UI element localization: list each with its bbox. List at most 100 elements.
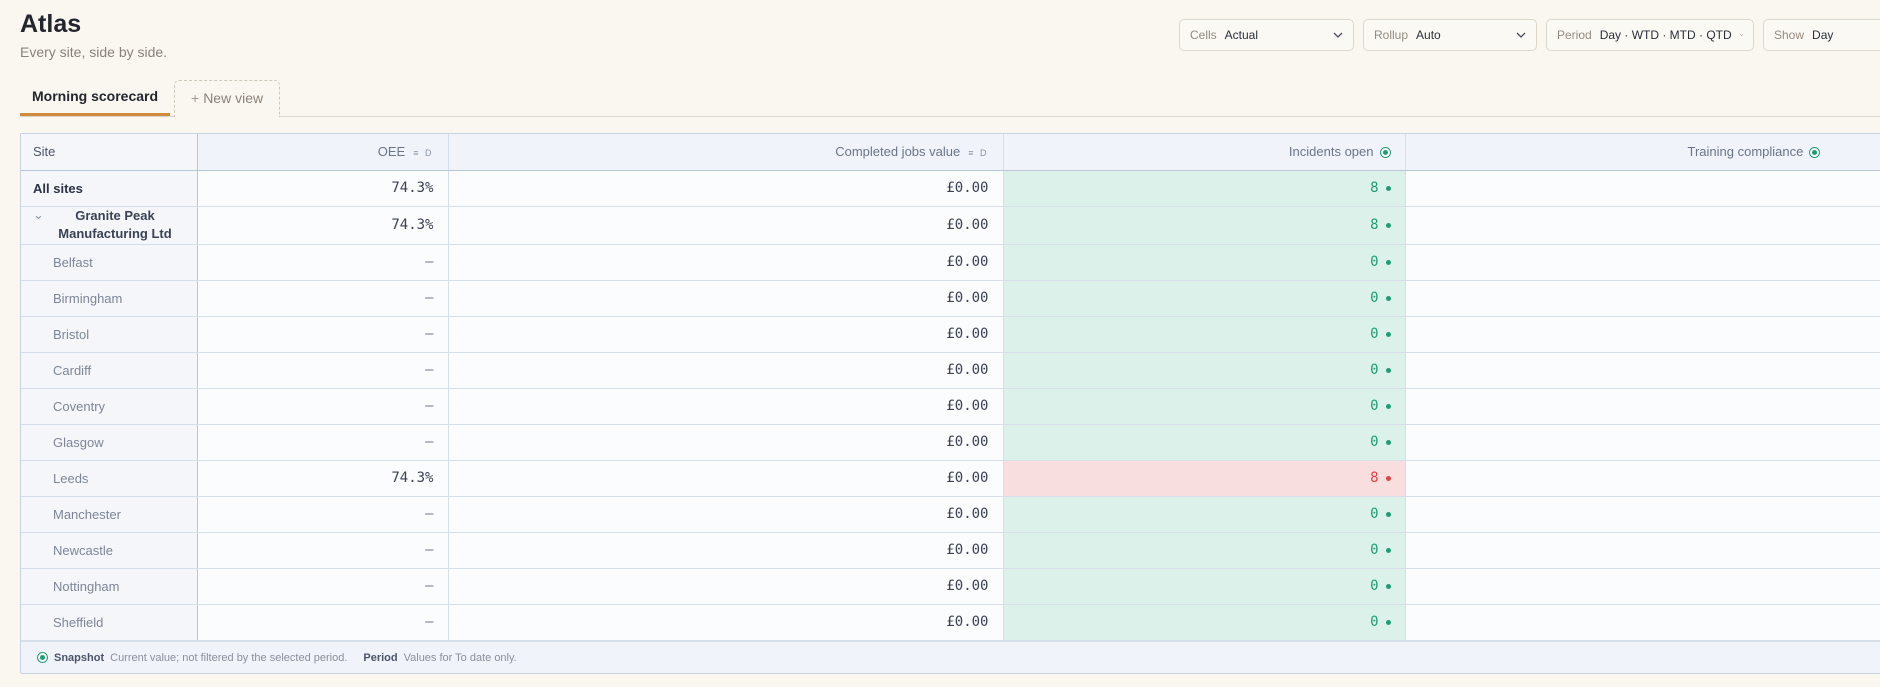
oee-cell[interactable]: — (197, 280, 449, 317)
column-options-icon[interactable]: ≡ D (968, 148, 988, 158)
col-header-training-label: Training compliance (1687, 144, 1804, 160)
show-select[interactable]: Show Day (1763, 19, 1880, 51)
col-header-training[interactable]: Training compliance (1405, 134, 1880, 171)
oee-cell[interactable]: — (197, 352, 449, 389)
col-header-site[interactable]: Site (21, 134, 198, 171)
incidents-cell[interactable]: 0 (1003, 568, 1406, 605)
jobs-value-cell[interactable]: £0.00 (448, 170, 1004, 207)
oee-cell[interactable]: — (197, 388, 449, 425)
group-name: Granite Peak Manufacturing Ltd (58, 208, 172, 241)
jobs-value-cell[interactable]: £0.00 (448, 532, 1004, 569)
incidents-cell[interactable]: 0 (1003, 388, 1406, 425)
training-cell[interactable]: — (1405, 460, 1880, 497)
tab-morning-scorecard[interactable]: Morning scorecard (20, 80, 171, 116)
jobs-value-cell-value: £0.00 (946, 180, 989, 196)
site-row[interactable]: Coventry — £0.00 0 — (21, 388, 1880, 425)
status-dot-icon (1385, 439, 1391, 445)
site-row[interactable]: Nottingham — £0.00 0 — (21, 568, 1880, 605)
incidents-cell[interactable]: 0 (1003, 424, 1406, 461)
jobs-value-cell[interactable]: £0.00 (448, 316, 1004, 353)
jobs-value-cell[interactable]: £0.00 (448, 280, 1004, 317)
snapshot-icon (37, 652, 48, 663)
column-options-icon[interactable]: ≡ D (413, 148, 433, 158)
site-row[interactable]: Bristol — £0.00 0 — (21, 316, 1880, 353)
training-cell[interactable]: — (1405, 424, 1880, 461)
oee-cell[interactable]: 74.3% (197, 170, 449, 207)
oee-cell[interactable]: 74.3% (197, 460, 449, 497)
jobs-value-cell[interactable]: £0.00 (448, 604, 1004, 641)
oee-cell[interactable]: — (197, 532, 449, 569)
oee-cell[interactable]: — (197, 604, 449, 641)
incidents-cell[interactable]: 0 (1003, 280, 1406, 317)
jobs-value-cell-value: £0.00 (946, 254, 989, 270)
site-cell: Leeds (21, 460, 198, 497)
oee-cell[interactable]: — (197, 244, 449, 281)
jobs-value-cell[interactable]: £0.00 (448, 244, 1004, 281)
period-value: Day · WTD · MTD · QTD (1599, 28, 1732, 42)
oee-cell-value: — (425, 362, 434, 378)
oee-cell[interactable]: 74.3% (197, 206, 449, 245)
site-row[interactable]: Cardiff — £0.00 0 — (21, 352, 1880, 389)
group-row[interactable]: ⌄ Granite Peak Manufacturing Ltd 74.3% £0.0… (21, 206, 1880, 245)
col-header-jobs[interactable]: Completed jobs value ≡ D (448, 134, 1004, 171)
snapshot-icon (1379, 147, 1391, 159)
incidents-cell[interactable]: 0 (1003, 604, 1406, 641)
col-header-incidents[interactable]: Incidents open (1003, 134, 1406, 171)
training-cell[interactable]: — (1405, 244, 1880, 281)
collapse-chevron-icon[interactable]: ⌄ (33, 207, 44, 223)
incidents-cell-value: 0 (1370, 398, 1379, 414)
period-select[interactable]: Period Day · WTD · MTD · QTD (1546, 19, 1754, 51)
jobs-value-cell[interactable]: £0.00 (448, 568, 1004, 605)
training-cell[interactable]: — (1405, 496, 1880, 533)
incidents-cell[interactable]: 0 (1003, 496, 1406, 533)
site-row[interactable]: Glasgow — £0.00 0 — (21, 424, 1880, 461)
site-cell: ⌄ Granite Peak Manufacturing Ltd (21, 206, 198, 245)
incidents-cell[interactable]: 0 (1003, 352, 1406, 389)
oee-cell[interactable]: — (197, 568, 449, 605)
training-cell[interactable]: — (1405, 604, 1880, 641)
status-dot-icon (1385, 222, 1391, 228)
incidents-cell[interactable]: 0 (1003, 244, 1406, 281)
incidents-cell[interactable]: 0 (1003, 316, 1406, 353)
incidents-cell[interactable]: 0 (1003, 532, 1406, 569)
new-view-button[interactable]: + New view (174, 80, 281, 117)
oee-cell[interactable]: — (197, 424, 449, 461)
site-row[interactable]: Leeds 74.3% £0.00 8 — (21, 460, 1880, 497)
col-header-oee[interactable]: OEE ≡ D (197, 134, 449, 171)
total-row[interactable]: All sites 74.3% £0.00 8 — (21, 170, 1880, 207)
cells-label: Cells (1190, 28, 1217, 42)
site-row[interactable]: Belfast — £0.00 0 — (21, 244, 1880, 281)
show-value: Day (1812, 28, 1834, 42)
oee-cell[interactable]: — (197, 316, 449, 353)
site-row[interactable]: Newcastle — £0.00 0 — (21, 532, 1880, 569)
incidents-cell[interactable]: 8 (1003, 170, 1406, 207)
incidents-cell[interactable]: 8 (1003, 206, 1406, 245)
training-cell[interactable]: — (1405, 388, 1880, 425)
cells-value: Actual (1224, 28, 1259, 42)
jobs-value-cell[interactable]: £0.00 (448, 352, 1004, 389)
cells-select[interactable]: Cells Actual (1179, 19, 1354, 51)
jobs-value-cell[interactable]: £0.00 (448, 206, 1004, 245)
jobs-value-cell[interactable]: £0.00 (448, 460, 1004, 497)
oee-cell-value: — (425, 398, 434, 414)
site-row[interactable]: Sheffield — £0.00 0 — (21, 604, 1880, 641)
rollup-select[interactable]: Rollup Auto (1363, 19, 1537, 51)
training-cell[interactable]: — (1405, 206, 1880, 245)
jobs-value-cell-value: £0.00 (946, 326, 989, 342)
incidents-cell-value: 0 (1370, 434, 1379, 450)
training-cell[interactable]: — (1405, 352, 1880, 389)
training-cell[interactable]: — (1405, 532, 1880, 569)
training-cell[interactable]: — (1405, 170, 1880, 207)
training-cell[interactable]: — (1405, 568, 1880, 605)
incidents-cell[interactable]: 8 (1003, 460, 1406, 497)
training-cell[interactable]: — (1405, 316, 1880, 353)
site-cell: Newcastle (21, 532, 198, 569)
jobs-value-cell[interactable]: £0.00 (448, 388, 1004, 425)
incidents-cell-value: 8 (1370, 180, 1379, 196)
training-cell[interactable]: — (1405, 280, 1880, 317)
site-row[interactable]: Manchester — £0.00 0 — (21, 496, 1880, 533)
jobs-value-cell[interactable]: £0.00 (448, 424, 1004, 461)
jobs-value-cell[interactable]: £0.00 (448, 496, 1004, 533)
oee-cell[interactable]: — (197, 496, 449, 533)
site-row[interactable]: Birmingham — £0.00 0 — (21, 280, 1880, 317)
